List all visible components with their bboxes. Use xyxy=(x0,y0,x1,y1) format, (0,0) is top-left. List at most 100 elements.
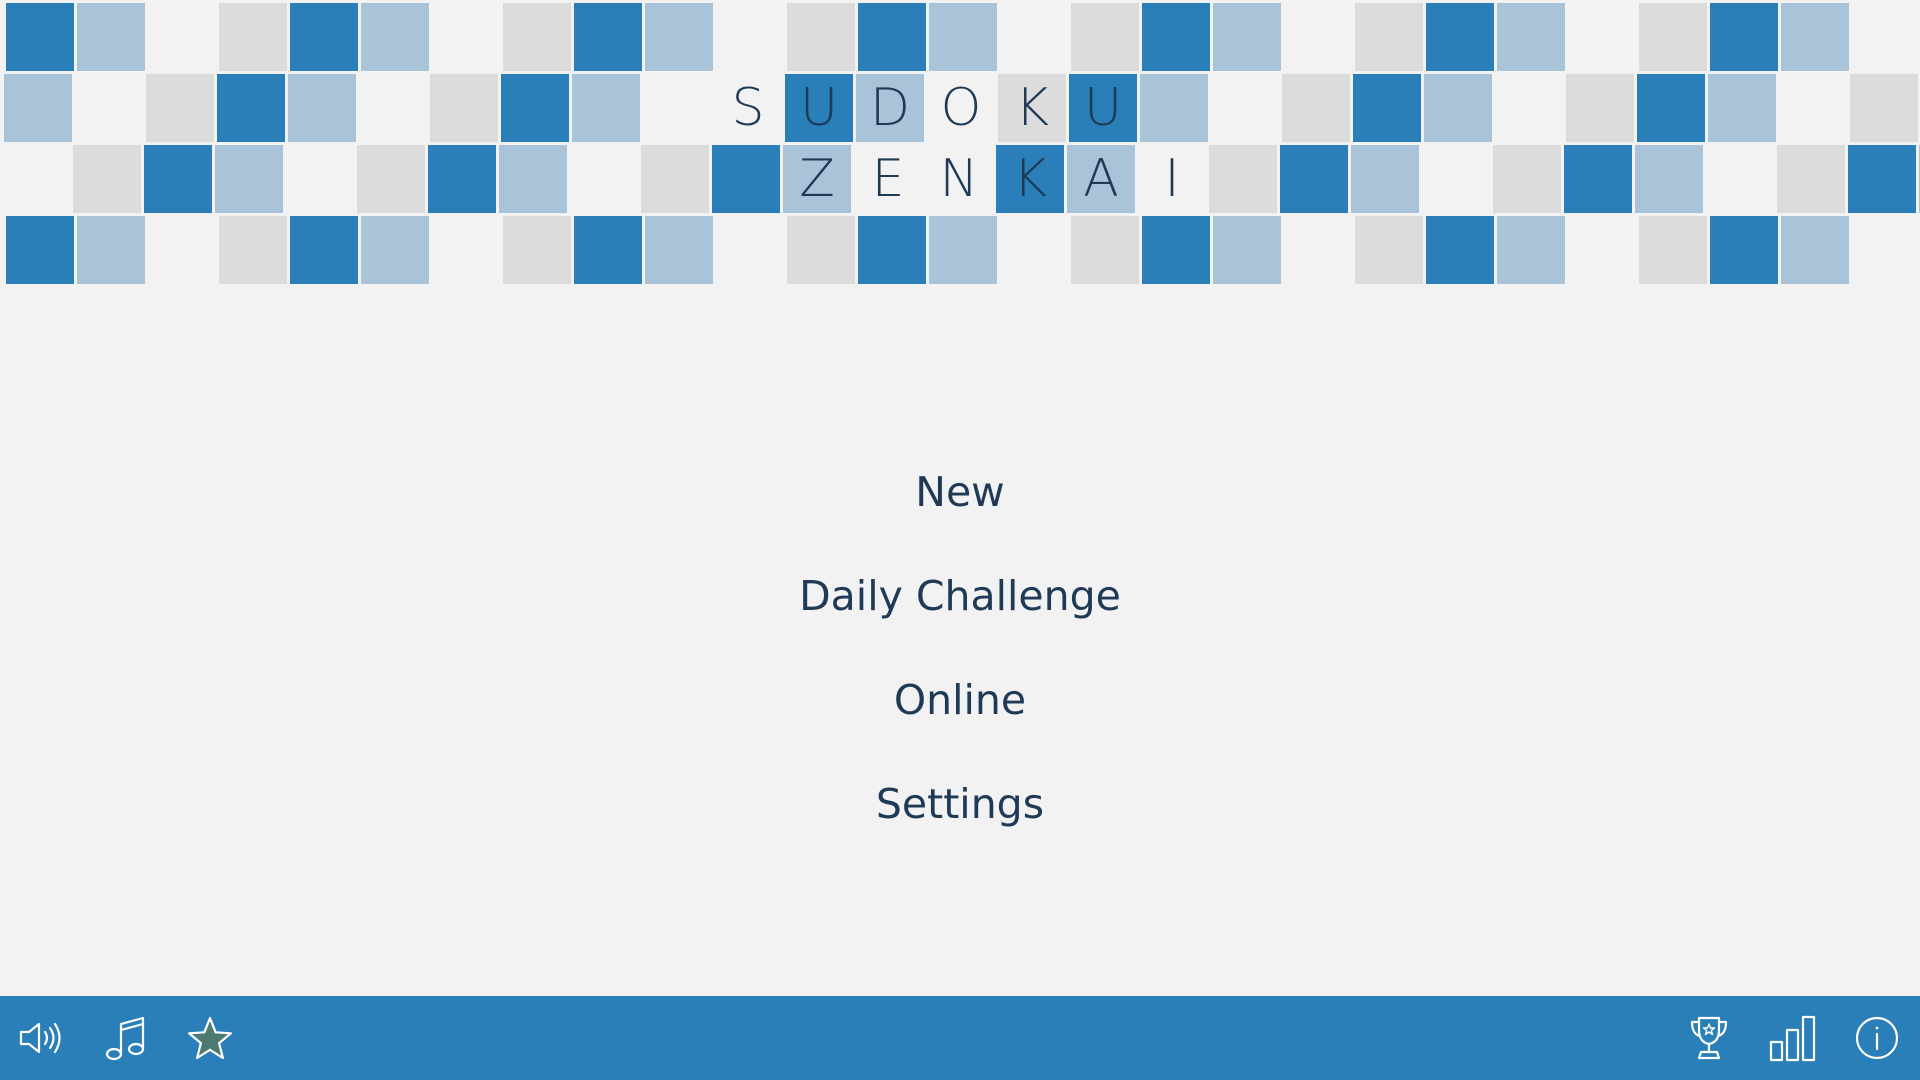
decor-tile xyxy=(503,3,571,71)
decor-tile xyxy=(1568,3,1636,71)
decor-tile xyxy=(2,145,70,213)
decor-tile xyxy=(361,216,429,284)
decor-tile xyxy=(1071,216,1139,284)
decor-tile xyxy=(503,216,571,284)
decor-tile xyxy=(641,145,709,213)
decor-tile xyxy=(361,3,429,71)
new-game-button[interactable]: New xyxy=(891,440,1028,544)
decor-tile xyxy=(1635,145,1703,213)
decor-tile xyxy=(73,145,141,213)
decor-tile xyxy=(1850,74,1918,142)
decor-tile xyxy=(716,3,784,71)
decor-tile xyxy=(1213,3,1281,71)
decor-tile xyxy=(1000,216,1068,284)
decor-tile xyxy=(357,145,425,213)
decor-tile xyxy=(570,145,638,213)
decor-tile xyxy=(1706,145,1774,213)
decor-tile xyxy=(1497,216,1565,284)
decor-tile xyxy=(1209,145,1277,213)
decor-tile xyxy=(6,216,74,284)
music-note-icon xyxy=(105,1016,145,1061)
decor-tile xyxy=(1213,216,1281,284)
decor-tile xyxy=(215,145,283,213)
decor-tile xyxy=(645,3,713,71)
decor-tile xyxy=(1351,145,1419,213)
decor-tile xyxy=(1211,74,1279,142)
decor-tile xyxy=(858,3,926,71)
decor-tile xyxy=(1708,74,1776,142)
decor-tile xyxy=(858,216,926,284)
title-banner: SUDOKUZENKAI xyxy=(0,0,1920,286)
title-letter-tile: U xyxy=(785,74,853,142)
decor-tile xyxy=(6,3,74,71)
info-icon xyxy=(1855,1016,1899,1060)
decor-tile xyxy=(1426,3,1494,71)
decor-tile xyxy=(572,74,640,142)
decor-tile xyxy=(219,3,287,71)
decor-tile xyxy=(1637,74,1705,142)
title-letter-tile: K xyxy=(996,145,1064,213)
decor-tile xyxy=(1852,216,1920,284)
decor-tile xyxy=(712,145,780,213)
decor-tile xyxy=(286,145,354,213)
decor-tile xyxy=(1710,216,1778,284)
decor-tile xyxy=(574,216,642,284)
title-letter-tile: N xyxy=(925,145,993,213)
decor-tile xyxy=(501,74,569,142)
music-toggle-button[interactable] xyxy=(97,1010,153,1066)
rate-button[interactable] xyxy=(182,1010,238,1066)
star-icon xyxy=(187,1016,233,1060)
decor-tile xyxy=(1497,3,1565,71)
decor-tile xyxy=(1566,74,1634,142)
main-menu: New Daily Challenge Online Settings xyxy=(0,440,1920,856)
decor-tile xyxy=(1779,74,1847,142)
decor-tile xyxy=(432,3,500,71)
trophy-icon xyxy=(1690,1016,1728,1060)
decor-tile xyxy=(290,3,358,71)
decor-tile xyxy=(1355,3,1423,71)
decor-tile xyxy=(1284,3,1352,71)
settings-button[interactable]: Settings xyxy=(852,752,1068,856)
decor-tile xyxy=(716,216,784,284)
decor-tile xyxy=(1142,216,1210,284)
decor-tile xyxy=(219,216,287,284)
decor-tile xyxy=(1493,145,1561,213)
decor-tile xyxy=(1140,74,1208,142)
decor-tile xyxy=(217,74,285,142)
decor-tile xyxy=(1568,216,1636,284)
decor-tile xyxy=(148,216,216,284)
statistics-button[interactable] xyxy=(1765,1010,1821,1066)
bar-chart-icon xyxy=(1769,1015,1816,1062)
daily-challenge-button[interactable]: Daily Challenge xyxy=(775,544,1145,648)
decor-tile xyxy=(1071,3,1139,71)
info-button[interactable] xyxy=(1849,1010,1905,1066)
decor-tile xyxy=(1564,145,1632,213)
decor-tile xyxy=(643,74,711,142)
decor-tile xyxy=(929,3,997,71)
decor-tile xyxy=(1781,3,1849,71)
title-letter-tile: U xyxy=(1069,74,1137,142)
decor-tile xyxy=(75,74,143,142)
decor-tile xyxy=(1639,3,1707,71)
sound-toggle-button[interactable] xyxy=(13,1010,69,1066)
decor-tile xyxy=(645,216,713,284)
title-letter-tile: Z xyxy=(783,145,851,213)
decor-tile xyxy=(288,74,356,142)
main-menu-screen: SUDOKUZENKAI New Daily Challenge Online … xyxy=(0,0,1920,1080)
decor-tile xyxy=(929,216,997,284)
decor-tile xyxy=(1710,3,1778,71)
decor-tile xyxy=(290,216,358,284)
decor-tile xyxy=(77,216,145,284)
decor-tile xyxy=(1424,74,1492,142)
title-letter-tile: S xyxy=(714,74,782,142)
title-letter-tile: K xyxy=(998,74,1066,142)
achievements-button[interactable] xyxy=(1681,1010,1737,1066)
decor-tile xyxy=(499,145,567,213)
title-letter-tile: I xyxy=(1138,145,1206,213)
decor-tile xyxy=(1284,216,1352,284)
decor-tile xyxy=(1426,216,1494,284)
online-button[interactable]: Online xyxy=(870,648,1050,752)
decor-tile xyxy=(1000,3,1068,71)
title-letter-tile: O xyxy=(927,74,995,142)
decor-tile xyxy=(787,216,855,284)
